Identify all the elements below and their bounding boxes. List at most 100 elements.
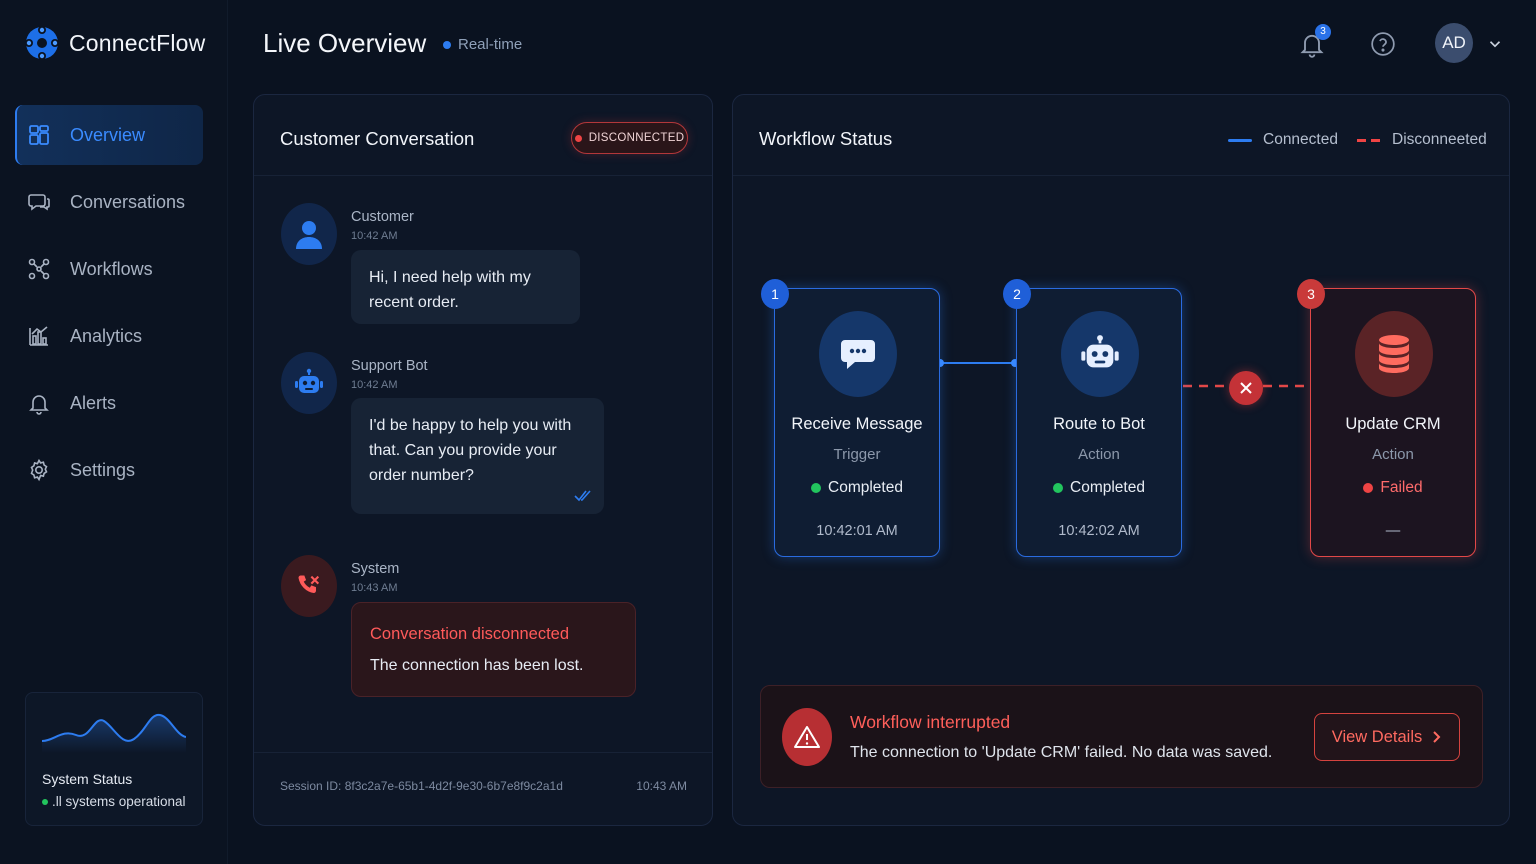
system-message-title: Conversation disconnected (370, 625, 570, 643)
status-dot (811, 483, 822, 493)
message-time: 10:42 AM (351, 230, 398, 242)
node-icon-wrap (1355, 311, 1433, 397)
system-status-card[interactable]: System Status .ll systems operational (25, 692, 203, 826)
help-icon[interactable] (1370, 31, 1396, 57)
connectflow-logo-icon (25, 26, 59, 60)
chevron-right-icon (1433, 731, 1441, 743)
node-status: Failed (1311, 479, 1475, 497)
node-title: Route to Bot (1053, 415, 1145, 433)
status-dot (1053, 483, 1064, 493)
system-status-text: .ll systems operational (52, 794, 186, 809)
status-dot (574, 134, 582, 142)
message-icon (841, 340, 875, 369)
sidebar-item-settings[interactable]: Settings (15, 440, 203, 500)
node-status: Completed (1017, 479, 1181, 497)
workflow-icon (28, 258, 50, 280)
node-title: Update CRM (1345, 415, 1441, 433)
system-status-title: System Status (42, 771, 133, 787)
read-receipt-icon (574, 490, 591, 502)
message-bubble: Hi, I need help with my recent order. (351, 250, 580, 324)
conversation-panel: Customer Conversation DISCONNECTED Custo… (253, 94, 713, 826)
chat-icon (28, 194, 50, 211)
sidebar-item-analytics[interactable]: Analytics (15, 306, 203, 366)
user-icon (296, 221, 322, 249)
message-time: 10:42 AM (351, 379, 398, 391)
live-label: Real-time (458, 36, 523, 53)
sidebar-item-alerts[interactable]: Alerts (15, 373, 203, 433)
step-number: 3 (1297, 279, 1325, 309)
customer-avatar (281, 203, 337, 265)
workflow-panel: Workflow Status Connected Disconneeted 1… (732, 94, 1510, 826)
robot-icon (295, 368, 323, 393)
chevron-down-icon[interactable] (1486, 35, 1504, 53)
workflow-node-receive-message[interactable]: 1 Receive Message Trigger Completed 10:4… (761, 279, 940, 557)
support-bot-avatar (281, 352, 337, 414)
page-title: Live Overview (263, 28, 427, 58)
status-wave-graph (42, 713, 186, 753)
sidebar-item-label: Settings (70, 459, 136, 480)
sidebar-item-workflows[interactable]: Workflows (15, 239, 203, 299)
sidebar-nav: Overview Conversations Workflows Analyti… (15, 105, 203, 507)
node-status-label: Completed (1070, 479, 1145, 496)
live-badge: Real-time (443, 36, 522, 53)
sidebar-item-label: Alerts (70, 392, 117, 413)
message-bubble: I'd be happy to help you with that. Can … (351, 398, 604, 514)
session-time: 10:43 AM (636, 779, 687, 793)
message-text: I'd be happy to help you with that. Can … (369, 417, 572, 484)
robot-icon (1081, 335, 1119, 368)
alert-title: Workflow interrupted (850, 712, 1011, 732)
phone-disconnected-icon (298, 575, 320, 593)
warning-icon (794, 726, 820, 748)
session-id: Session ID: 8f3c2a7e-65b1-4d2f-9e30-6b7e… (280, 779, 563, 793)
alert-text: The connection to 'Update CRM' failed. N… (850, 744, 1273, 761)
workflow-title: Workflow Status (759, 128, 893, 149)
legend-label: Disconneeted (1392, 131, 1487, 148)
alert-icon-wrap (782, 708, 832, 766)
analytics-icon (29, 326, 48, 346)
system-avatar (281, 555, 337, 617)
step-number: 2 (1003, 279, 1031, 309)
status-dot (1363, 483, 1374, 493)
sidebar-item-label: Overview (70, 124, 146, 145)
node-time: 10:42:01 AM (816, 523, 898, 539)
connected-line-swatch (1228, 138, 1252, 142)
sidebar-item-conversations[interactable]: Conversations (15, 172, 203, 232)
node-icon-wrap (819, 311, 897, 397)
workflow-node-route-to-bot[interactable]: 2 Route to Bot Action Completed 10:42:02… (1003, 279, 1182, 557)
sidebar: ConnectFlow Overview Conversations Workf… (0, 0, 228, 864)
app-name: ConnectFlow (69, 29, 206, 56)
node-status: Completed (775, 479, 939, 497)
sidebar-item-label: Analytics (70, 325, 143, 346)
node-status-label: Failed (1380, 479, 1423, 496)
message-sender: System (351, 561, 400, 577)
user-avatar[interactable]: AD (1435, 23, 1473, 63)
conversation-title: Customer Conversation (280, 128, 475, 149)
system-status-subtitle: .ll systems operational (42, 794, 186, 809)
node-type: Action (1078, 446, 1120, 463)
sidebar-item-overview[interactable]: Overview (15, 105, 203, 165)
system-message-bubble: Conversation disconnected The connection… (351, 602, 636, 697)
node-status-label: Completed (828, 479, 903, 496)
node-time: — (1385, 523, 1401, 539)
legend-label: Connected (1263, 131, 1338, 148)
workflow-alert: Workflow interrupted The connection to '… (760, 685, 1483, 788)
view-details-label: View Details (1331, 727, 1423, 746)
status-dot (42, 798, 48, 805)
node-time: 10:42:02 AM (1058, 523, 1140, 539)
workflow-node-update-crm[interactable]: 3 Update CRM Action Failed — (1297, 279, 1476, 557)
disconnected-label: DISCONNECTED (588, 132, 685, 144)
gear-icon (30, 458, 48, 482)
message-sender: Customer (351, 209, 414, 225)
node-type: Action (1372, 446, 1414, 463)
disconnected-line-swatch (1357, 138, 1381, 142)
brand[interactable]: ConnectFlow (24, 25, 205, 61)
connection-error-button[interactable] (1229, 371, 1263, 405)
node-title: Receive Message (791, 415, 923, 433)
divider (733, 175, 1509, 176)
message-time: 10:43 AM (351, 582, 398, 594)
node-type: Trigger (833, 446, 881, 463)
view-details-button[interactable]: View Details (1314, 713, 1460, 761)
sidebar-item-label: Conversations (70, 191, 186, 212)
dashboard-icon (29, 125, 49, 145)
disconnected-badge: DISCONNECTED (571, 122, 688, 154)
